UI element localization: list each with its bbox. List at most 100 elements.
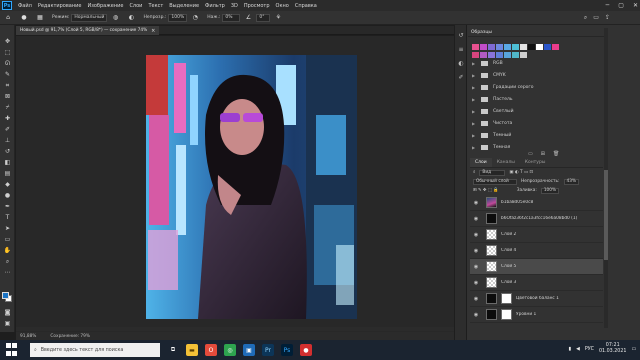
lasso-tool-icon[interactable]: ᘏ <box>3 59 12 68</box>
menu-layers[interactable]: Слои <box>126 3 145 9</box>
layer-row[interactable]: ◉ b1ba8d05e0c8 <box>470 195 603 211</box>
keyboard-language[interactable]: РУС <box>585 347 594 352</box>
share-icon[interactable]: ⇪ <box>605 14 610 22</box>
eye-icon[interactable]: ◉ <box>472 312 480 318</box>
healing-brush-tool-icon[interactable]: ✚ <box>3 114 12 123</box>
new-swatch-icon[interactable]: ⊞ <box>541 151 545 157</box>
layer-kind-select[interactable]: Вид <box>479 169 506 176</box>
zoom-tool-icon[interactable]: ⌕ <box>3 257 12 266</box>
history-brush-tool-icon[interactable]: ↺ <box>3 147 12 156</box>
windows-start-icon[interactable] <box>6 343 20 357</box>
flow-field[interactable]: 0% <box>222 13 241 22</box>
brushes-panel-icon[interactable]: ✐ <box>457 73 465 81</box>
swatch[interactable] <box>528 44 535 50</box>
blend-mode-select[interactable]: Обычный слой <box>473 178 517 185</box>
document-canvas-image[interactable] <box>146 55 357 319</box>
menu-window[interactable]: Окно <box>273 3 292 9</box>
swatch[interactable] <box>520 44 527 50</box>
eye-icon[interactable]: ◉ <box>472 296 480 302</box>
swatch[interactable] <box>480 44 487 50</box>
eye-icon[interactable]: ◉ <box>472 216 480 222</box>
swatch[interactable] <box>472 44 479 50</box>
swatch[interactable] <box>552 44 559 50</box>
pen-tool-icon[interactable]: ✒ <box>3 202 12 211</box>
clone-stamp-tool-icon[interactable]: ⊥ <box>3 136 12 145</box>
close-icon[interactable]: ✕ <box>633 2 638 9</box>
screen-mode-icon[interactable]: ▣ <box>3 319 12 328</box>
menu-edit[interactable]: Редактирование <box>35 3 85 9</box>
layer-row[interactable]: ◉ Слой 2 <box>470 227 603 243</box>
quick-select-tool-icon[interactable]: ✎ <box>3 70 12 79</box>
brush-preset-icon[interactable]: ● <box>20 14 28 22</box>
menu-filter[interactable]: Фильтр <box>202 3 228 9</box>
properties-panel-icon[interactable]: ≡ <box>457 45 465 53</box>
swatch-folder[interactable]: ▶ CMYK <box>468 69 604 81</box>
quick-mask-icon[interactable]: ◙ <box>3 308 12 317</box>
layer-opacity-field[interactable]: 43% <box>563 178 580 185</box>
recorder-icon[interactable]: ● <box>300 344 312 356</box>
eraser-tool-icon[interactable]: ◧ <box>3 158 12 167</box>
brush-tool-icon[interactable]: ✐ <box>3 125 12 134</box>
layer-row[interactable]: ◉ Цветовой баланс 1 <box>470 291 603 307</box>
workspace-icon[interactable]: ▭ <box>593 14 599 22</box>
move-tool-icon[interactable]: ✥ <box>3 37 12 46</box>
menu-file[interactable]: Файл <box>15 3 35 9</box>
swatch-folder[interactable]: ▶ Градации серого <box>468 81 604 93</box>
rectangle-tool-icon[interactable]: ▭ <box>3 235 12 244</box>
horizontal-scrollbar[interactable] <box>16 327 454 331</box>
swatches-panel-title[interactable]: Образцы <box>468 28 604 37</box>
document-tab[interactable]: Новый.psd @ 91,7% (Слой 5, RGB/8*) — сох… <box>16 26 160 35</box>
photoshop-taskbar-icon[interactable]: Ps <box>281 344 293 356</box>
task-view-icon[interactable]: ⧉ <box>167 344 179 356</box>
lock-icons[interactable]: ⊞ ✎ ✥ ⬚ 🔒 <box>473 188 499 193</box>
volume-icon[interactable]: ◀ <box>576 347 580 352</box>
maximize-icon[interactable]: ▢ <box>618 2 624 9</box>
swatch-folder[interactable]: ▶ Чистота <box>468 117 604 129</box>
tab-close-icon[interactable]: × <box>151 28 155 34</box>
store-icon[interactable]: ▣ <box>243 344 255 356</box>
layer-fill-field[interactable]: 100% <box>540 187 560 194</box>
swatch-folder[interactable]: ▶ Пастель <box>468 93 604 105</box>
network-icon[interactable]: ▮ <box>568 347 571 352</box>
menu-select[interactable]: Выделение <box>166 3 202 9</box>
swatch[interactable] <box>496 44 503 50</box>
notifications-icon[interactable]: ▭ <box>631 347 636 352</box>
history-panel-icon[interactable]: ↺ <box>457 31 465 39</box>
swatch-folder[interactable]: ▶ RGB <box>468 57 604 69</box>
layer-row[interactable]: ◉ Слой 4 <box>470 243 603 259</box>
tab-paths[interactable]: Контуры <box>520 158 551 167</box>
eye-icon[interactable]: ◉ <box>472 200 480 206</box>
layer-row[interactable]: ◉ Уровни 1 <box>470 307 603 323</box>
eyedropper-tool-icon[interactable]: ⌿ <box>3 103 12 112</box>
swatch[interactable] <box>512 44 519 50</box>
swatch[interactable] <box>544 44 551 50</box>
layer-row-selected[interactable]: ◉ Слой 5 <box>470 259 603 275</box>
eye-icon[interactable]: ◉ <box>472 264 480 270</box>
home-icon[interactable]: ⌂ <box>4 14 12 22</box>
airbrush-icon[interactable]: ◍ <box>111 14 119 22</box>
tab-layers[interactable]: Слои <box>470 158 492 167</box>
menu-help[interactable]: Справка <box>292 3 320 9</box>
layer-row[interactable]: ◉ b6Ofaz36f2c1a3fcc16e6a08bd0 (1) <box>470 211 603 227</box>
swatch-folder[interactable]: ▶ Светлый <box>468 105 604 117</box>
swatch[interactable] <box>536 44 543 50</box>
delete-icon[interactable]: 🗑 <box>553 151 559 157</box>
filter-icons[interactable]: ▣ ◐ T ▭ ⊡ <box>509 170 533 175</box>
dodge-tool-icon[interactable]: ● <box>3 191 12 200</box>
menu-type[interactable]: Текст <box>145 3 166 9</box>
symmetry-icon[interactable]: ⚘ <box>274 14 282 22</box>
menu-3d[interactable]: 3D <box>228 3 241 9</box>
search-icon[interactable]: ⌕ <box>584 14 587 22</box>
panel-scrollbar-thumb[interactable] <box>604 170 608 260</box>
premiere-icon[interactable]: Pr <box>262 344 274 356</box>
canvas-area[interactable] <box>16 36 454 332</box>
clock[interactable]: 07:21 01.03.2021 <box>599 343 626 355</box>
blur-tool-icon[interactable]: ◆ <box>3 180 12 189</box>
layer-row[interactable]: ◉ Слой 3 <box>470 275 603 291</box>
eye-icon[interactable]: ◉ <box>472 280 480 286</box>
foreground-color-swatch[interactable] <box>2 292 9 299</box>
angle-field[interactable]: 0° <box>256 13 271 22</box>
menu-view[interactable]: Просмотр <box>241 3 273 9</box>
tab-channels[interactable]: Каналы <box>492 158 520 167</box>
path-selection-tool-icon[interactable]: ➤ <box>3 224 12 233</box>
